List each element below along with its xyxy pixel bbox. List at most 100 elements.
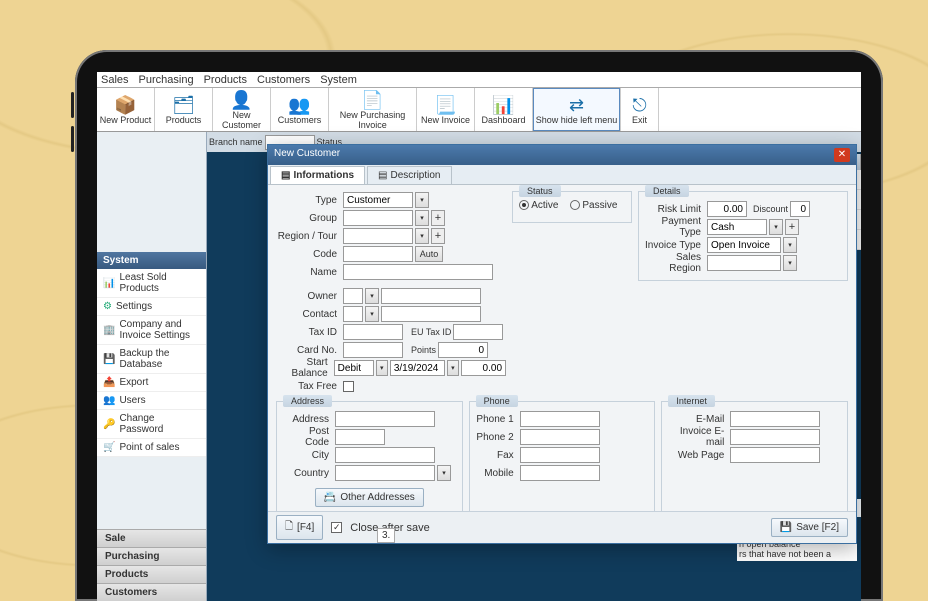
sidebar-item-least-sold[interactable]: 📊Least Sold Products [97,269,206,298]
internet-legend: Internet [668,395,715,407]
sidebar-item-users[interactable]: 👥Users [97,392,206,410]
auto-button[interactable]: Auto [415,246,443,262]
close-icon[interactable]: ✕ [834,148,850,162]
address-icon: 📇 [324,492,336,503]
points-field[interactable] [438,342,488,358]
menu-products[interactable]: Products [204,74,247,86]
chevron-down-icon[interactable]: ▾ [415,192,429,208]
country-label: Country [283,468,333,479]
tool-new-invoice[interactable]: 📃New Invoice [417,88,475,131]
status-legend: Status [519,185,561,197]
add-button[interactable]: + [785,219,799,235]
taxid-field[interactable] [343,324,403,340]
mobile-field[interactable] [520,465,600,481]
invtype-label: Invoice Type [645,240,705,251]
menu-customers[interactable]: Customers [257,74,310,86]
stray-field: 3. [377,528,395,543]
risklimit-field[interactable] [707,201,747,217]
sidebar-item-pos[interactable]: 🛒Point of sales [97,439,206,457]
discount-field[interactable] [790,201,810,217]
chevron-down-icon[interactable]: ▾ [415,228,429,244]
side-tab-sale[interactable]: Sale [97,529,206,547]
tool-customers[interactable]: 👥Customers [271,88,329,131]
country-field[interactable] [335,465,435,481]
taxfree-label: Tax Free [276,381,341,392]
side-tab-customers[interactable]: Customers [97,583,206,601]
chevron-down-icon[interactable]: ▾ [769,219,783,235]
tool-products[interactable]: 🗂Products [155,88,213,131]
invtype-field[interactable] [707,237,781,253]
name-field[interactable] [343,264,493,280]
contact-field[interactable] [381,306,481,322]
tool-new-product[interactable]: 📦New Product [97,88,155,131]
menu-purchasing[interactable]: Purchasing [139,74,194,86]
sidebar-item-change-password[interactable]: 🔑Change Password [97,410,206,439]
phone1-field[interactable] [520,411,600,427]
side-tab-products[interactable]: Products [97,565,206,583]
export-icon: 📤 [103,377,115,388]
passive-radio[interactable] [570,200,580,210]
postcode-field[interactable] [335,429,385,445]
webpage-field[interactable] [730,447,820,463]
salesreg-field[interactable] [707,255,781,271]
tab-informations[interactable]: ▤Informations [270,166,365,184]
startbal-date[interactable] [390,360,445,376]
chevron-down-icon[interactable]: ▾ [783,237,797,253]
region-field[interactable] [343,228,413,244]
add-button[interactable]: + [431,210,445,226]
sidebar-item-export[interactable]: 📤Export [97,374,206,392]
active-radio[interactable] [519,200,529,210]
paytype-field[interactable] [707,219,767,235]
startbal-type[interactable] [334,360,374,376]
address-legend: Address [283,395,332,407]
chevron-down-icon[interactable]: ▾ [365,288,379,304]
eutax-field[interactable] [453,324,503,340]
add-button[interactable]: + [431,228,445,244]
chevron-down-icon[interactable]: ▾ [783,255,797,271]
tool-new-customer[interactable]: 👤New Customer [213,88,271,131]
code-field[interactable] [343,246,413,262]
group-field[interactable] [343,210,413,226]
f4-button[interactable]: 🗋[F4] [276,515,323,540]
owner-prefix[interactable] [343,288,363,304]
phone2-label: Phone 2 [476,432,518,443]
tool-dashboard[interactable]: 📊Dashboard [475,88,533,131]
tool-exit[interactable]: ⎋Exit [621,88,659,131]
fax-field[interactable] [520,447,600,463]
tab-description[interactable]: ▤Description [367,166,451,184]
chevron-down-icon[interactable]: ▾ [437,465,451,481]
menubar: Sales Purchasing Products Customers Syst… [97,72,861,88]
save-button[interactable]: 💾Save [F2] [771,518,848,537]
type-field[interactable] [343,192,413,208]
invemail-field[interactable] [730,429,820,445]
email-field[interactable] [730,411,820,427]
other-addresses-button[interactable]: 📇Other Addresses [315,488,424,507]
phone2-field[interactable] [520,429,600,445]
contact-prefix[interactable] [343,306,363,322]
sidebar-item-company-settings[interactable]: 🏢Company and Invoice Settings [97,316,206,345]
menu-system[interactable]: System [320,74,357,86]
tool-toggle-left-menu[interactable]: ⇄Show hide left menu [533,88,621,131]
address-field[interactable] [335,411,435,427]
chevron-down-icon[interactable]: ▾ [415,210,429,226]
side-tab-purchasing[interactable]: Purchasing [97,547,206,565]
chevron-down-icon[interactable]: ▾ [376,360,388,376]
points-label: Points [411,345,436,355]
sidebar-item-backup[interactable]: 💾Backup the Database [97,345,206,374]
phone1-label: Phone 1 [476,414,518,425]
sidebar-item-settings[interactable]: ⚙Settings [97,298,206,316]
cardno-field[interactable] [343,342,403,358]
city-field[interactable] [335,447,435,463]
tool-new-purchasing-invoice[interactable]: 📄New Purchasing Invoice [329,88,417,131]
owner-field[interactable] [381,288,481,304]
chevron-down-icon[interactable]: ▾ [447,360,459,376]
chevron-down-icon[interactable]: ▾ [365,306,379,322]
startbal-amount[interactable] [461,360,506,376]
phone-legend: Phone [476,395,518,407]
eutax-label: EU Tax ID [411,327,451,337]
menu-sales[interactable]: Sales [101,74,129,86]
close-after-save-checkbox[interactable] [331,522,342,533]
taxfree-checkbox[interactable] [343,381,354,392]
cardno-label: Card No. [276,345,341,356]
contact-label: Contact [276,309,341,320]
